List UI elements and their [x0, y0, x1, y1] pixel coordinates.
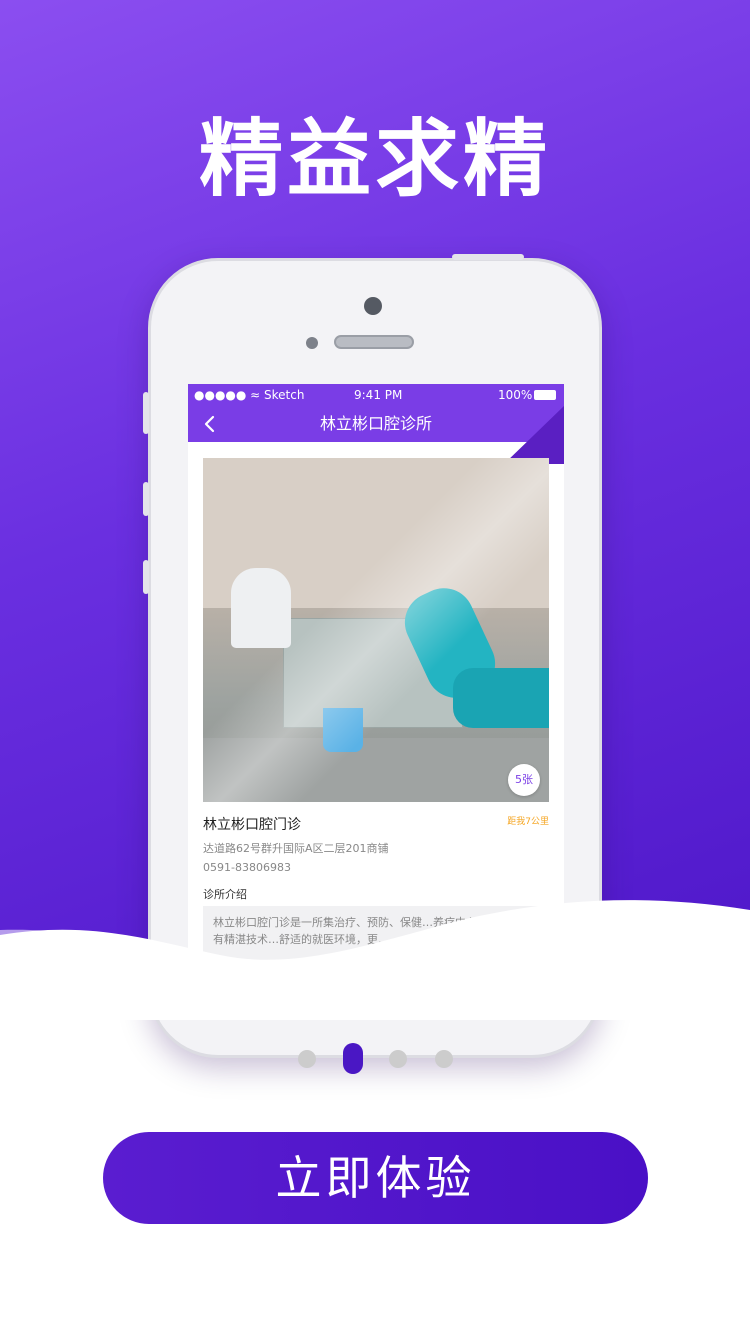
page-dot-2-active[interactable] [343, 1043, 363, 1074]
battery-percent: 100% [498, 388, 533, 402]
navbar: 林立彬口腔诊所 [188, 406, 564, 464]
earpiece-speaker [334, 335, 414, 349]
wave-divider [0, 900, 750, 1020]
page-dot-3[interactable] [389, 1050, 407, 1068]
phone-mute-switch [143, 392, 149, 434]
hero-title: 精益求精 [198, 110, 551, 208]
navbar-corner-decoration [504, 406, 564, 464]
clinic-phone[interactable]: 0591-83806983 [203, 861, 291, 874]
page-indicator [0, 1040, 750, 1074]
clinic-address: 达道路62号群升国际A区二层201商铺 [203, 842, 389, 855]
status-bar: ●●●●● ≈ Sketch 9:41 PM 100% [188, 384, 564, 406]
navbar-title: 林立彬口腔诊所 [319, 414, 432, 433]
try-now-button[interactable]: 立即体验 [103, 1132, 648, 1224]
status-time: 9:41 PM [354, 388, 403, 402]
photo-count-badge[interactable]: 5张 [508, 764, 540, 796]
phone-volume-down [143, 560, 149, 594]
front-camera [364, 297, 382, 315]
clinic-name: 林立彬口腔门诊 [203, 817, 301, 833]
chevron-left-icon[interactable] [200, 414, 220, 434]
clinic-photo[interactable] [203, 458, 549, 802]
proximity-sensor [306, 337, 318, 349]
phone-volume-up [143, 482, 149, 516]
photo-glare [203, 458, 549, 802]
clinic-distance: 距我7公里 [507, 817, 549, 827]
battery-icon [534, 390, 556, 400]
phone-power-button [452, 254, 524, 260]
page-dot-4[interactable] [435, 1050, 453, 1068]
page-dot-1[interactable] [298, 1050, 316, 1068]
carrier-signal: ●●●●● ≈ Sketch [194, 388, 305, 402]
